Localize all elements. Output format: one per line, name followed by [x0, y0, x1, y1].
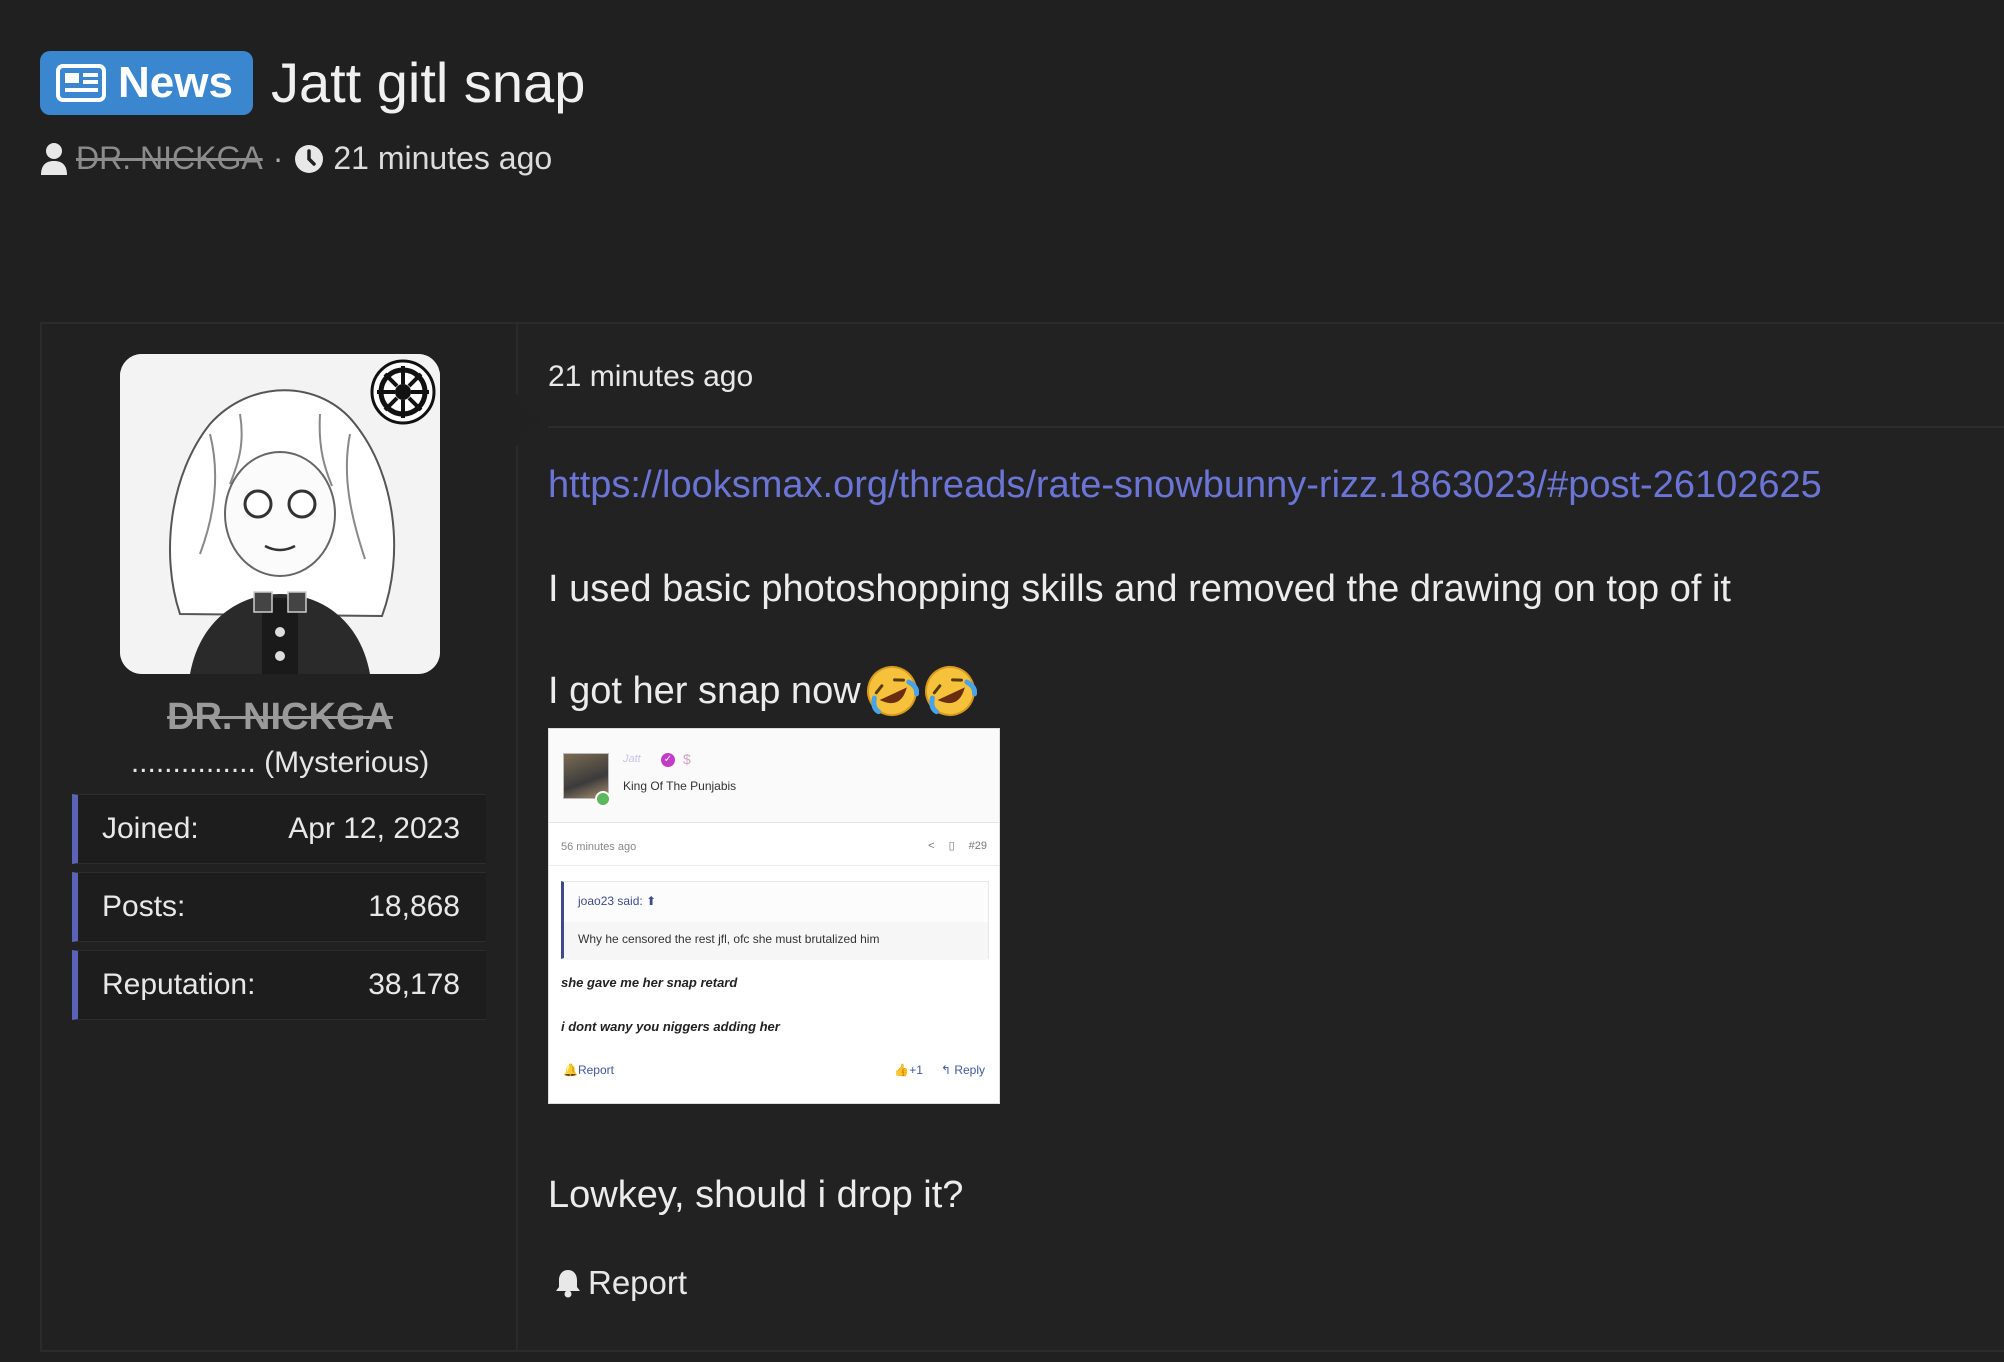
stat-value: Apr 12, 2023	[288, 812, 460, 845]
quote-body: Why he censored the rest jfl, ofc she mu…	[564, 922, 988, 960]
post-text: I got her snap now	[548, 669, 861, 712]
embed-post-number: #29	[968, 839, 987, 852]
newspaper-icon	[56, 63, 106, 102]
thread-title: Jatt gitl snap	[270, 51, 586, 114]
stat-posts: Posts: 18,868	[72, 872, 486, 942]
share-icon: <	[928, 839, 935, 852]
meta-separator: ·	[272, 140, 284, 176]
online-indicator	[595, 791, 611, 807]
embed-reply: ↰ Reply	[941, 1063, 985, 1077]
stat-label: Reputation:	[102, 968, 256, 1001]
quote-attribution: joao23 said: ⬆	[578, 894, 656, 908]
post-link[interactable]: https://looksmax.org/threads/rate-snowbu…	[548, 464, 1822, 507]
post-divider	[548, 426, 2004, 428]
avatar-illustration	[120, 354, 440, 674]
verified-icon: ✓	[661, 753, 675, 767]
news-prefix-badge[interactable]: News	[40, 50, 253, 115]
stat-reputation: Reputation: 38,178	[72, 950, 486, 1020]
user-icon	[41, 142, 67, 175]
embed-footer: 🔔Report 👍+1 ↰ Reply	[563, 1063, 985, 1077]
bell-icon: 🔔	[563, 1063, 578, 1077]
prefix-label: News	[118, 57, 233, 107]
rofl-emoji-icon	[924, 666, 977, 716]
quote-author: joao23 said:	[578, 894, 643, 908]
thread-meta: DR. NICKGA · 21 minutes ago	[40, 140, 552, 177]
post-username[interactable]: DR. NICKGA	[42, 696, 518, 739]
embed-footer-right: 👍+1 ↰ Reply	[894, 1063, 985, 1077]
user-stats: Joined: Apr 12, 2023 Posts: 18,868 Reput…	[72, 794, 486, 1028]
embed-divider	[549, 865, 999, 866]
thread-time[interactable]: 21 minutes ago	[333, 140, 552, 177]
embed-reply-label: Reply	[954, 1063, 985, 1077]
post-message-cell: 21 minutes ago https://looksmax.org/thre…	[518, 324, 2004, 1350]
embed-quote: joao23 said: ⬆ Why he censored the rest …	[561, 881, 989, 960]
clock-icon	[295, 144, 324, 173]
reply-icon: ↰	[940, 1063, 951, 1077]
stat-value: 18,868	[368, 890, 460, 923]
embed-like-count: +1	[909, 1063, 923, 1077]
stat-label: Joined:	[102, 812, 199, 845]
rofl-emoji-icon	[866, 666, 919, 716]
thread-header: News Jatt gitl snap	[40, 50, 585, 115]
embed-time: 56 minutes ago	[561, 841, 637, 853]
embed-user-title: King Of The Punjabis	[623, 779, 737, 793]
embed-report: 🔔Report	[563, 1063, 614, 1077]
post: DR. NICKGA ............... (Mysterious) …	[40, 322, 2004, 1352]
post-text-line: Lowkey, should i drop it?	[548, 1174, 964, 1216]
stat-value: 38,178	[368, 968, 460, 1001]
thumbs-up-icon: 👍	[894, 1063, 910, 1077]
embed-like: 👍+1	[894, 1063, 923, 1077]
user-title: ............... (Mysterious)	[130, 746, 430, 779]
embedded-screenshot[interactable]: Jatt ✓ $ King Of The Punjabis 56 minutes…	[548, 728, 1000, 1104]
stat-label: Posts:	[102, 890, 186, 923]
report-button[interactable]: Report	[554, 1264, 687, 1302]
embed-header: Jatt ✓ $ King Of The Punjabis	[549, 729, 999, 823]
bookmark-icon: ▯	[948, 840, 955, 852]
dollar-icon: $	[683, 751, 691, 767]
embed-text-line: she gave me her snap retard	[561, 975, 738, 990]
embed-report-label: Report	[577, 1063, 614, 1077]
arrow-up-icon: ⬆	[646, 894, 657, 908]
bell-icon	[556, 1270, 580, 1298]
post-user-cell: DR. NICKGA ............... (Mysterious) …	[42, 324, 542, 1350]
embed-actions: < ▯ #29	[928, 839, 987, 853]
stat-joined: Joined: Apr 12, 2023	[72, 794, 486, 864]
embed-text-line: i dont wany you niggers adding her	[561, 1019, 780, 1034]
post-text-line-with-emoji: I got her snap now	[548, 664, 977, 718]
avatar[interactable]	[120, 354, 440, 674]
thread-author-link[interactable]: DR. NICKGA	[76, 140, 263, 177]
embed-username: Jatt	[623, 753, 641, 765]
post-time[interactable]: 21 minutes ago	[548, 360, 753, 394]
report-label: Report	[588, 1264, 688, 1301]
post-text-line: I used basic photoshopping skills and re…	[548, 568, 1731, 610]
